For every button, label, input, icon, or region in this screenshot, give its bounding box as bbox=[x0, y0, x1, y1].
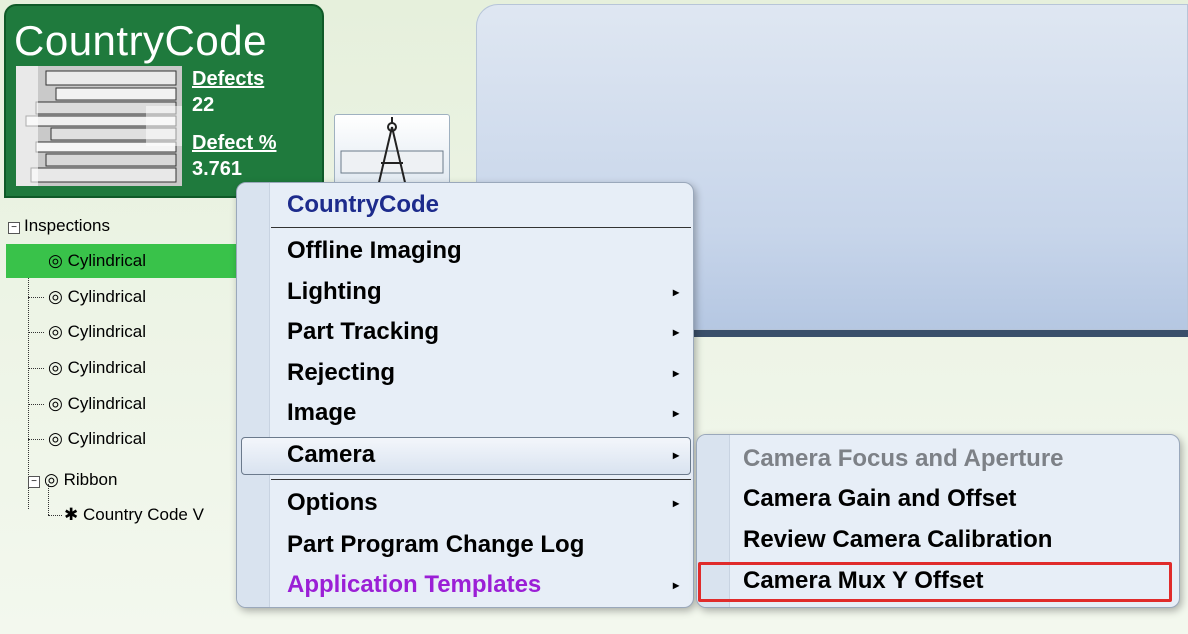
tree-item-label: Cylindrical bbox=[67, 287, 146, 306]
submenu-arrow-icon: ▸ bbox=[672, 406, 679, 420]
defects-value: 22 bbox=[192, 94, 215, 116]
tree-item-label: Cylindrical bbox=[67, 394, 146, 413]
defect-percent-value: 3.761 bbox=[192, 158, 243, 180]
context-menu: CountryCode Offline Imaging Lighting ▸ Pa… bbox=[236, 182, 694, 608]
tree-item-label: Cylindrical bbox=[67, 429, 146, 448]
program-card[interactable]: CountryCode Defects 22 Defect % 3.761 bbox=[4, 4, 324, 198]
collapse-icon[interactable]: − bbox=[28, 476, 40, 488]
defects-label: Defects bbox=[192, 68, 265, 90]
menu-item-image[interactable]: Image ▸ bbox=[287, 395, 687, 431]
menu-item-part-tracking[interactable]: Part Tracking ▸ bbox=[287, 314, 687, 350]
collapse-icon[interactable]: − bbox=[8, 222, 20, 234]
tree-item-ribbon[interactable]: − ◎ Ribbon bbox=[28, 463, 117, 497]
submenu-arrow-icon: ▸ bbox=[672, 325, 679, 339]
program-thumbnail bbox=[16, 66, 182, 186]
submenu-item-review-calibration[interactable]: Review Camera Calibration bbox=[743, 520, 1173, 560]
defect-percent-label: Defect % bbox=[192, 132, 277, 154]
tree-item-label: Cylindrical bbox=[67, 251, 146, 270]
menu-separator bbox=[271, 227, 691, 228]
tree-header-label: Inspections bbox=[24, 216, 110, 235]
program-title: CountryCode bbox=[14, 17, 267, 64]
highlight-box bbox=[698, 562, 1172, 602]
menu-item-lighting[interactable]: Lighting ▸ bbox=[287, 274, 687, 310]
submenu-item-focus-aperture[interactable]: Camera Focus and Aperture bbox=[743, 439, 1173, 479]
ribbon-label: Ribbon bbox=[63, 470, 118, 489]
submenu-item-gain-offset[interactable]: Camera Gain and Offset bbox=[743, 479, 1173, 519]
menu-item-camera[interactable]: Camera ▸ bbox=[287, 437, 687, 473]
menu-item-offline-imaging[interactable]: Offline Imaging bbox=[287, 233, 687, 269]
menu-header: CountryCode bbox=[287, 191, 439, 218]
tree-header[interactable]: − Inspections bbox=[8, 216, 110, 236]
country-code-label: Country Code V bbox=[82, 505, 204, 524]
submenu-arrow-icon: ▸ bbox=[672, 285, 679, 299]
submenu-arrow-icon: ▸ bbox=[672, 366, 679, 380]
tree-item-cylindrical[interactable]: ◎ Cylindrical bbox=[6, 244, 242, 278]
tree-item-label: Cylindrical bbox=[67, 358, 146, 377]
menu-separator bbox=[271, 479, 691, 480]
tree-item-label: Cylindrical bbox=[67, 322, 146, 341]
menu-item-rejecting[interactable]: Rejecting ▸ bbox=[287, 355, 687, 391]
menu-item-change-log[interactable]: Part Program Change Log bbox=[287, 527, 687, 563]
thumbnail-image bbox=[16, 66, 182, 186]
menu-item-application-templates[interactable]: Application Templates ▸ bbox=[287, 567, 687, 603]
menu-item-options[interactable]: Options ▸ bbox=[287, 485, 687, 521]
submenu-arrow-icon: ▸ bbox=[672, 578, 679, 592]
submenu-arrow-icon: ▸ bbox=[672, 448, 679, 462]
submenu-arrow-icon: ▸ bbox=[672, 496, 679, 510]
